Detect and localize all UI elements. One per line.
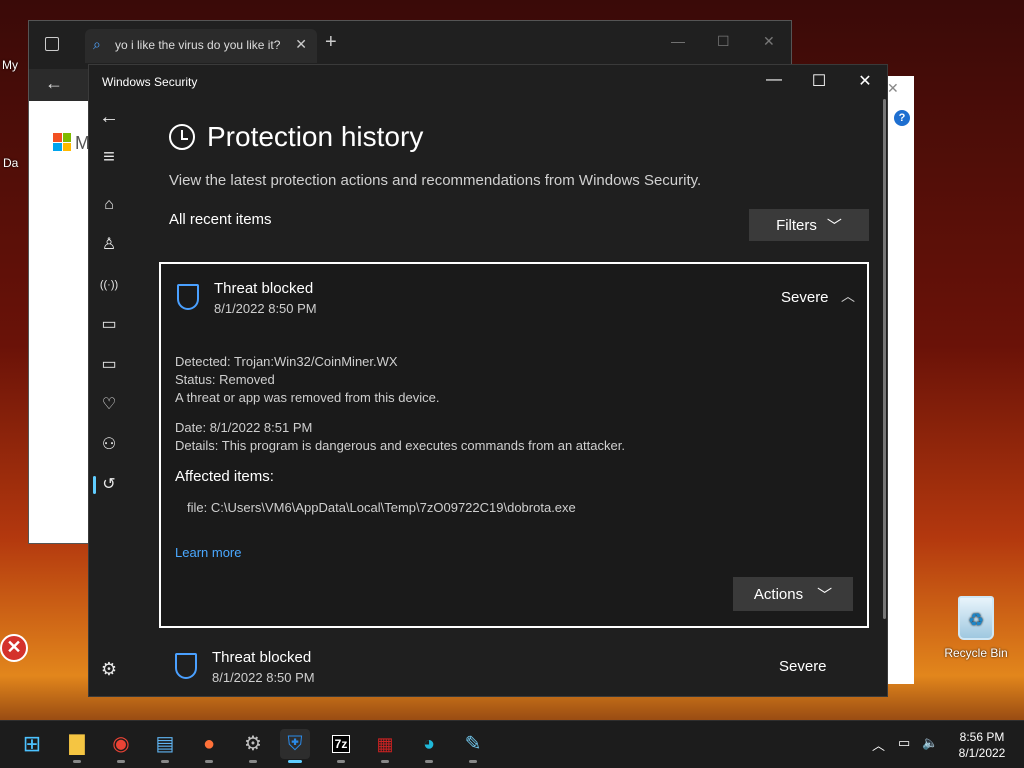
actions-label: Actions [753,585,804,603]
edge-icon[interactable]: ◕ [414,729,444,763]
minimize-icon[interactable]: — [671,33,685,49]
7zip-icon[interactable]: 7z [326,729,356,763]
background-window: ✕ ? [886,76,914,684]
help-icon[interactable]: ? [894,110,910,126]
clock-date: 8/1/2022 [958,746,1006,760]
clock[interactable]: 8:56 PM 8/1/2022 [950,729,1014,761]
detected-line: Detected: Trojan:Win32/CoinMiner.WX [175,354,398,369]
detected-value: Trojan:Win32/CoinMiner.WX [234,354,398,369]
close-button[interactable]: ✕ [850,71,880,93]
threat-date: 8/1/2022 8:50 PM [214,301,317,316]
status-value: Removed [219,372,275,387]
recycle-bin-label: Recycle Bin [944,646,1008,660]
maximize-button[interactable]: ☐ [804,71,834,93]
page-title: Protection history [207,121,424,152]
menu-icon[interactable]: ≡ [89,143,129,171]
browser-tab[interactable]: ⌕ yo i like the virus do you like it? ✕ [85,29,317,63]
device-health-icon[interactable]: ♡ [89,391,129,419]
history-icon[interactable]: ↺ [89,471,129,499]
firewall-icon[interactable]: ((·)) [89,271,129,299]
threat-message: A threat or app was removed from this de… [175,390,440,405]
filters-button[interactable]: Filters ﹀ [749,209,869,241]
actions-button[interactable]: Actions ﹀ [733,577,853,611]
chevron-down-icon: ﹀ [826,217,842,235]
shield-icon [177,284,199,310]
device-security-icon[interactable]: ▭ [89,351,129,379]
shield-icon [175,653,197,679]
severity-label: Severe [779,658,827,675]
threat-card[interactable]: Threat blocked 8/1/2022 8:50 PM Severe ︿… [159,262,869,628]
date-label: Date: [175,420,207,435]
volume-icon[interactable]: 🔈 [922,735,938,751]
threat-title: Threat blocked [214,280,314,297]
tab-title: yo i like the virus do you like it? [115,38,281,52]
desktop-label-partial: Da [3,156,19,170]
maximize-icon[interactable]: ☐ [717,33,730,50]
threat-card[interactable]: Threat blocked 8/1/2022 8:50 PM Severe [159,639,869,696]
network-icon[interactable]: ▭ [898,735,910,751]
filters-label: Filters [776,216,817,234]
recycle-bin[interactable]: ♻ Recycle Bin [942,596,1010,660]
firefox-icon[interactable]: ● [194,729,224,763]
history-icon [169,124,195,150]
status-label: Status: [175,372,216,387]
settings-icon[interactable]: ⚙ [238,729,268,763]
chrome-icon[interactable]: ◉ [106,729,136,763]
winrar-icon[interactable]: ▦ [370,729,400,763]
detected-label: Detected: [175,354,231,369]
chevron-up-icon[interactable]: ︿ [841,286,855,306]
date-value: 8/1/2022 8:51 PM [209,420,313,435]
chevron-down-icon: ﹀ [817,586,833,604]
page-subtitle: View the latest protection actions and r… [169,172,702,189]
clock-time: 8:56 PM [959,730,1005,744]
affected-file-path: file: C:\Users\VM6\AppData\Local\Temp\7z… [187,500,576,515]
close-icon[interactable]: ✕ [887,80,899,97]
severity-label: Severe [781,289,829,306]
7zip-label: 7z [331,735,351,753]
family-icon[interactable]: ⚇ [89,431,129,459]
learn-more-link[interactable]: Learn more [175,545,241,560]
date-line: Date: 8/1/2022 8:51 PM [175,420,312,435]
chevron-up-icon[interactable]: ︿ [872,735,885,754]
threat-title: Threat blocked [212,649,312,666]
error-icon: ✕ [0,634,28,662]
details-label: Details: [175,438,219,453]
taskbar: ⊞ ▇ ◉ ▤ ● ⚙ ⛨ 7z ▦ ◕ ✎ ︿ ▭ 🔈 8:56 PM 8/1… [0,720,1024,768]
titlebar: Windows Security — ☐ ✕ [89,65,887,99]
back-icon[interactable]: ← [89,103,129,131]
details-line: Details: This program is dangerous and e… [175,438,625,453]
new-tab-icon[interactable]: + [325,31,337,54]
app-browser-icon[interactable]: ▭ [89,311,129,339]
recycle-bin-icon: ♻ [958,596,994,640]
notepad-icon[interactable]: ▤ [150,729,180,763]
scrollbar[interactable] [883,99,886,619]
tab-close-icon[interactable]: ✕ [295,36,307,53]
tab-actions-icon[interactable] [45,37,59,51]
windows-security-icon[interactable]: ⛨ [280,729,310,763]
settings-icon[interactable]: ⚙ [89,655,129,683]
minimize-button[interactable]: — [759,71,789,93]
home-icon[interactable]: ⌂ [89,191,129,219]
threat-date: 8/1/2022 8:50 PM [212,670,315,685]
page-heading: Protection history [169,121,423,153]
window-title: Windows Security [102,75,198,89]
search-icon: ⌕ [93,36,101,52]
details-value: This program is dangerous and executes c… [221,438,625,453]
back-icon[interactable]: ← [45,73,63,94]
status-line: Status: Removed [175,372,275,387]
paint-icon[interactable]: ✎ [458,729,488,763]
sidebar: ← ≡ ⌂ ♙ ((·)) ▭ ▭ ♡ ⚇ ↺ ⚙ [89,99,129,696]
start-icon[interactable]: ⊞ [17,729,47,759]
affected-items-heading: Affected items: [175,468,274,485]
account-icon[interactable]: ♙ [89,231,129,259]
close-icon[interactable]: ✕ [763,33,775,50]
section-title: All recent items [169,211,272,228]
file-explorer-icon[interactable]: ▇ [62,729,92,763]
windows-security-window: Windows Security — ☐ ✕ ← ≡ ⌂ ♙ ((·)) ▭ ▭… [88,64,888,697]
main-content: Protection history View the latest prote… [129,99,887,696]
desktop-label-partial: My [2,58,18,72]
microsoft-logo-icon [53,133,71,151]
browser-tabbar: ⌕ yo i like the virus do you like it? ✕ … [29,21,791,69]
